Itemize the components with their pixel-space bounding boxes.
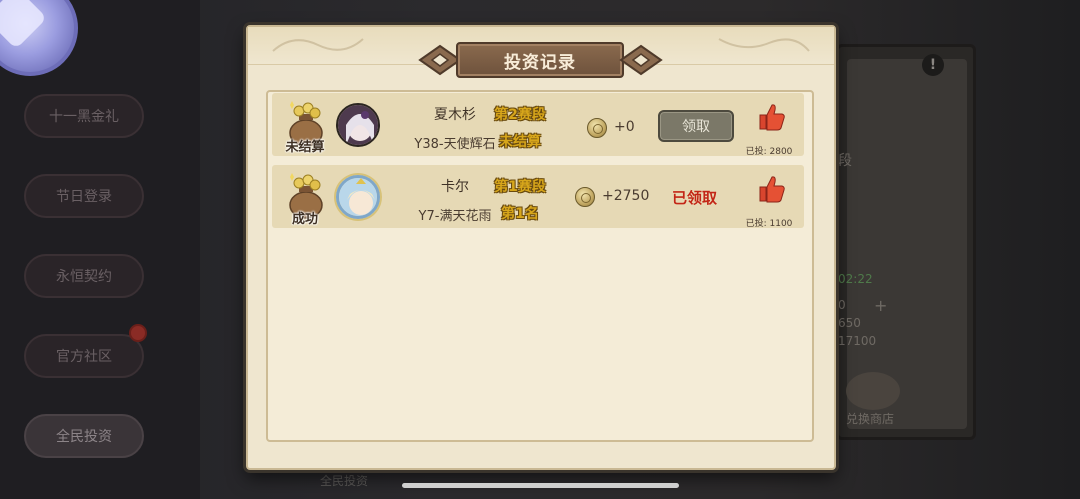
side-button-3[interactable]: 永恒契约 xyxy=(24,254,144,298)
dialog-title: 投资记录 xyxy=(456,42,624,78)
banner-knot-right-icon xyxy=(619,44,663,76)
settlement-status-label: 未结算 xyxy=(285,140,325,155)
invested-amount: 已投: 1100 xyxy=(745,219,793,229)
thumbs-up-icon[interactable] xyxy=(756,174,786,204)
reward-amount: +2750 xyxy=(602,188,650,204)
right-panel-value-2: 650 xyxy=(838,316,861,330)
shop-label: 兑换商店 xyxy=(846,412,895,426)
coin-icon xyxy=(587,118,607,138)
coin-icon xyxy=(575,187,595,207)
title-banner: 投资记录 xyxy=(418,38,663,82)
right-panel-value-3: 17100 xyxy=(838,334,877,348)
record-row: 成功 卡尔 Y7-满天花雨 第1赛段 第1名 +2750 已领取 已投: 110… xyxy=(272,165,804,229)
right-panel-label: 段 xyxy=(838,153,852,169)
settlement-status-label: 成功 xyxy=(291,212,318,227)
shop-icon[interactable] xyxy=(846,372,900,410)
invested-amount: 已投: 2800 xyxy=(745,147,793,157)
stage-label: 第2赛段 xyxy=(494,107,546,123)
player-avatar[interactable] xyxy=(336,103,380,147)
investment-record-dialog: 投资记录 xyxy=(246,25,836,470)
side-button-2[interactable]: 节日登录 xyxy=(24,174,144,218)
plus-icon[interactable]: + xyxy=(874,296,887,315)
reward-amount: +0 xyxy=(614,119,635,135)
home-indicator[interactable] xyxy=(402,483,679,488)
record-row: 未结算 夏木杉 Y38-天使辉石 第2赛段 未结算 +0 领取 已投: 2800 xyxy=(272,93,804,157)
side-button-1[interactable]: 十一黑金礼 xyxy=(24,94,144,138)
right-panel-value-1: 0 xyxy=(838,298,846,312)
thumbs-up-icon[interactable] xyxy=(756,102,786,132)
claim-button[interactable]: 领取 xyxy=(658,110,734,142)
decor-swirl-icon xyxy=(272,38,364,52)
side-button-5[interactable]: 全民投资 xyxy=(24,414,144,458)
notification-dot-icon xyxy=(129,324,147,342)
side-button-4[interactable]: 官方社区 xyxy=(24,334,144,378)
info-warning-icon[interactable]: ! xyxy=(922,54,944,76)
stage-label: 第1赛段 xyxy=(494,179,546,195)
right-panel-timer: 02:22 xyxy=(838,272,873,286)
claimed-status: 已领取 xyxy=(672,189,718,207)
stage-result: 未结算 xyxy=(499,134,541,150)
bottom-tab-label: 全民投资 xyxy=(320,474,369,488)
stage-result: 第1名 xyxy=(501,206,539,222)
decor-swirl-icon xyxy=(718,38,810,52)
player-avatar[interactable] xyxy=(336,175,380,219)
